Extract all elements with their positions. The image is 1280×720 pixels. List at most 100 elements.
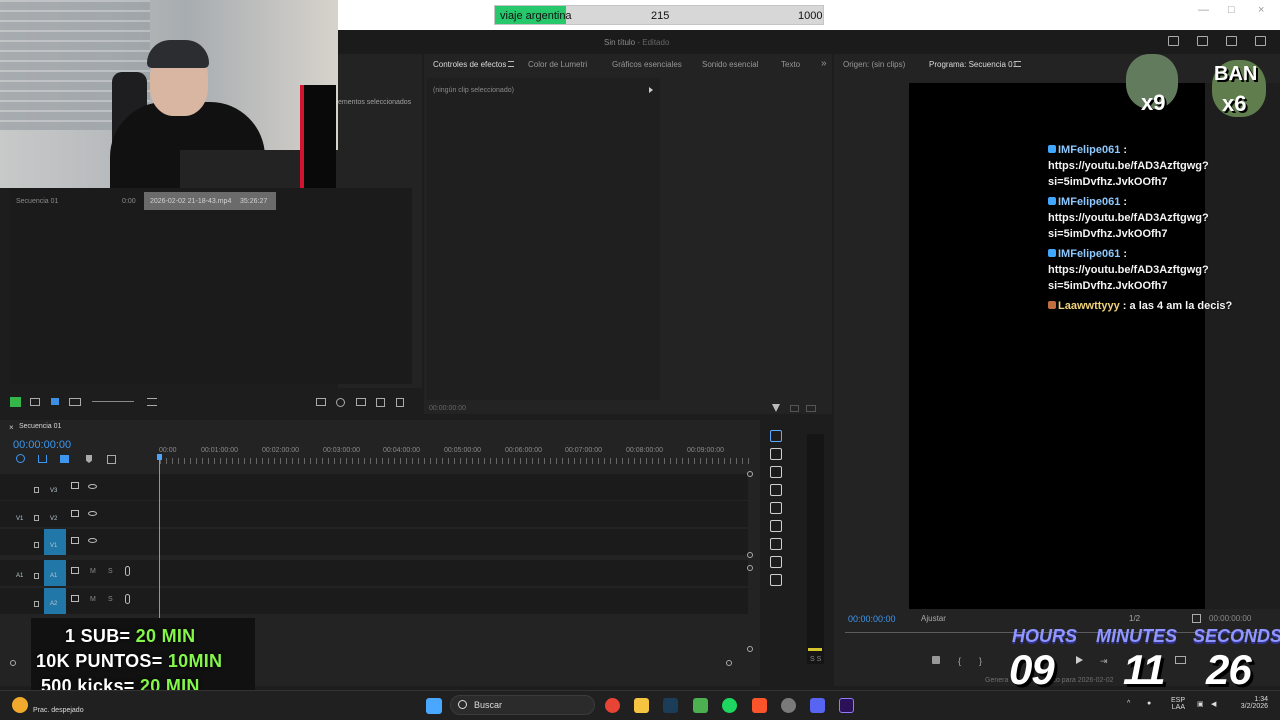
filter-icon[interactable] bbox=[772, 404, 780, 412]
tab-menu-icon[interactable] bbox=[508, 61, 514, 67]
taskbar-clock[interactable]: 1:34 3/2/2026 bbox=[1226, 696, 1268, 710]
show-hidden-icons[interactable]: ^ bbox=[1127, 700, 1130, 707]
timeline-current-time[interactable]: 00:00:00:00 bbox=[13, 439, 71, 451]
icon-view-icon[interactable] bbox=[51, 398, 59, 405]
sync-lock-icon[interactable] bbox=[71, 537, 79, 544]
timeline-sequence-tab[interactable]: Secuencia 01 bbox=[19, 423, 61, 430]
track-target-v1[interactable]: V1 bbox=[16, 516, 23, 522]
eye-icon[interactable] bbox=[88, 511, 97, 516]
scroll-handle[interactable] bbox=[747, 552, 753, 558]
selection-tool-icon[interactable] bbox=[770, 430, 782, 442]
discord-icon[interactable] bbox=[810, 698, 825, 713]
timeline-settings-icon[interactable] bbox=[107, 455, 116, 464]
mute-icon[interactable]: M bbox=[90, 596, 96, 603]
razor-tool-icon[interactable] bbox=[770, 484, 782, 496]
timeline-ruler[interactable] bbox=[160, 458, 750, 464]
horizontal-scroll-start[interactable] bbox=[10, 660, 16, 666]
type-tool-icon[interactable] bbox=[770, 574, 782, 586]
tab-effect-controls[interactable]: Controles de efectos bbox=[433, 60, 506, 69]
v1-source-patch[interactable] bbox=[44, 529, 66, 555]
sequence-item[interactable]: Secuencia 01 bbox=[16, 198, 58, 205]
snap-icon[interactable] bbox=[16, 454, 25, 463]
chrome-icon[interactable] bbox=[605, 698, 620, 713]
delete-icon[interactable] bbox=[396, 398, 404, 407]
language-indicator[interactable]: ESP LAA bbox=[1167, 697, 1185, 711]
track-select-tool-icon[interactable] bbox=[770, 448, 782, 460]
more-tabs-icon[interactable]: » bbox=[821, 58, 827, 69]
lock-icon[interactable] bbox=[34, 487, 39, 493]
solo-icon[interactable]: S bbox=[108, 568, 113, 575]
steam-icon[interactable] bbox=[663, 698, 678, 713]
horizontal-scroll-end[interactable] bbox=[726, 660, 732, 666]
tab-program[interactable]: Programa: Secuencia 01 bbox=[929, 60, 1017, 69]
volume-icon[interactable]: ◀ bbox=[1211, 700, 1216, 708]
video-track-1[interactable] bbox=[0, 529, 748, 555]
spotify-icon[interactable] bbox=[722, 698, 737, 713]
sync-lock-icon[interactable] bbox=[71, 567, 79, 574]
scroll-handle[interactable] bbox=[747, 646, 753, 652]
sync-lock-icon[interactable] bbox=[71, 595, 79, 602]
find-icon[interactable] bbox=[336, 398, 345, 407]
tab-text[interactable]: Texto bbox=[781, 60, 800, 69]
mark-in-icon[interactable]: { bbox=[958, 656, 961, 666]
minecraft-icon[interactable] bbox=[693, 698, 708, 713]
tab-essential-graphics[interactable]: Gráficos esenciales bbox=[612, 60, 682, 69]
step-forward-icon[interactable]: ⇥ bbox=[1100, 656, 1108, 667]
audio-solo-labels[interactable]: S S bbox=[810, 656, 821, 663]
lock-icon[interactable] bbox=[34, 601, 39, 607]
premiere-pro-icon[interactable] bbox=[839, 698, 854, 713]
minimize-icon[interactable]: — bbox=[1198, 4, 1209, 16]
solo-icon[interactable]: S bbox=[108, 596, 113, 603]
microphone-icon[interactable] bbox=[125, 594, 130, 604]
taskbar-search[interactable] bbox=[450, 695, 595, 715]
marker-icon[interactable] bbox=[932, 656, 940, 664]
freeform-view-icon[interactable] bbox=[69, 398, 81, 406]
expand-icon[interactable] bbox=[649, 87, 653, 93]
file-explorer-icon[interactable] bbox=[634, 698, 649, 713]
track-target-a1[interactable]: A1 bbox=[16, 573, 23, 579]
program-menu-icon[interactable] bbox=[1015, 61, 1021, 67]
windows-start-icon[interactable] bbox=[426, 698, 442, 714]
new-bin-icon[interactable] bbox=[356, 398, 366, 406]
search-icon[interactable] bbox=[458, 700, 467, 709]
mute-icon[interactable]: M bbox=[90, 568, 96, 575]
menu-icon[interactable] bbox=[1226, 36, 1237, 46]
tab-lumetri-color[interactable]: Color de Lumetri bbox=[528, 60, 587, 69]
close-icon[interactable]: × bbox=[1258, 4, 1264, 16]
sync-lock-icon[interactable] bbox=[71, 510, 79, 517]
markers-icon[interactable] bbox=[60, 455, 69, 463]
wrench-icon[interactable] bbox=[1192, 614, 1201, 623]
maximize-icon[interactable]: □ bbox=[1228, 4, 1235, 16]
microphone-tray-icon[interactable]: ● bbox=[1147, 700, 1151, 707]
playhead-handle[interactable] bbox=[157, 454, 162, 460]
share-icon[interactable] bbox=[1197, 36, 1208, 46]
video-track-3[interactable] bbox=[0, 474, 748, 500]
list-view-icon[interactable] bbox=[30, 398, 40, 406]
ripple-edit-tool-icon[interactable] bbox=[770, 466, 782, 478]
pencil-icon[interactable] bbox=[10, 397, 21, 407]
program-current-time[interactable]: 00:00:00:00 bbox=[848, 614, 896, 624]
lock-icon[interactable] bbox=[34, 542, 39, 548]
network-icon[interactable]: ▣ bbox=[1197, 700, 1204, 708]
linked-selection-icon[interactable] bbox=[38, 455, 47, 463]
video-track-2[interactable] bbox=[0, 501, 748, 527]
microphone-icon[interactable] bbox=[125, 566, 130, 576]
slip-tool-icon[interactable] bbox=[770, 502, 782, 514]
lock-icon[interactable] bbox=[34, 515, 39, 521]
scroll-handle[interactable] bbox=[747, 471, 753, 477]
zoom-slider[interactable] bbox=[92, 401, 134, 402]
workspace-icon[interactable] bbox=[1168, 36, 1179, 46]
pen-tool-icon[interactable] bbox=[770, 520, 782, 532]
sync-lock-icon[interactable] bbox=[71, 482, 79, 489]
eye-icon[interactable] bbox=[88, 538, 97, 543]
brave-icon[interactable] bbox=[752, 698, 767, 713]
mark-out-icon[interactable]: } bbox=[979, 656, 982, 666]
eye-icon[interactable] bbox=[88, 484, 97, 489]
sort-icon[interactable] bbox=[147, 398, 157, 406]
tab-essential-sound[interactable]: Sonido esencial bbox=[702, 60, 758, 69]
resolution-dropdown[interactable]: 1/2 bbox=[1129, 614, 1140, 623]
fit-dropdown[interactable]: Ajustar bbox=[921, 614, 946, 623]
new-item-icon[interactable] bbox=[376, 398, 385, 407]
automate-icon[interactable] bbox=[316, 398, 326, 406]
fullscreen-icon[interactable] bbox=[1255, 36, 1266, 46]
